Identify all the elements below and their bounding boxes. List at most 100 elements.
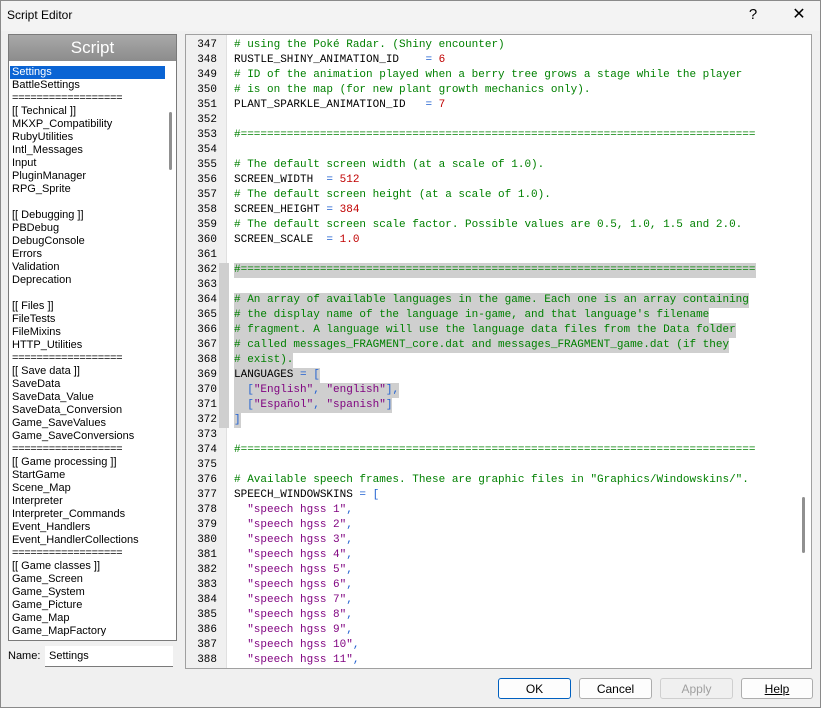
close-icon[interactable]: ✕ xyxy=(779,1,819,29)
code-line[interactable]: 369 LANGUAGES = [ xyxy=(186,368,786,383)
code-text[interactable]: # the display name of the language in-ga… xyxy=(234,308,710,323)
script-section-header[interactable]: [[ Game processing ]] xyxy=(10,456,165,469)
code-line[interactable]: 349 # ID of the animation played when a b… xyxy=(186,68,786,83)
script-list-item[interactable]: SaveData_Value xyxy=(10,391,165,404)
script-list-item[interactable]: Deprecation xyxy=(10,274,165,287)
code-editor[interactable]: 347 # using the Poké Radar. (Shiny encoun… xyxy=(185,34,812,669)
code-line[interactable]: 373 xyxy=(186,428,786,443)
list-separator[interactable]: ================== xyxy=(10,352,165,365)
code-text[interactable]: "speech hgss 6", xyxy=(234,578,353,593)
code-line[interactable]: 372] xyxy=(186,413,786,428)
script-list-item[interactable]: Scene_Map xyxy=(10,482,165,495)
script-list-item[interactable] xyxy=(10,287,165,300)
code-text[interactable]: # Available speech frames. These are gra… xyxy=(234,473,749,488)
script-list-item[interactable]: PluginManager xyxy=(10,170,165,183)
list-separator[interactable]: ================== xyxy=(10,547,165,560)
code-text[interactable]: SCREEN_WIDTH = 512 xyxy=(234,173,359,188)
code-line[interactable]: 367 # called messages_FRAGMENT_core.dat a… xyxy=(186,338,786,353)
code-line[interactable]: 383 "speech hgss 6", xyxy=(186,578,786,593)
script-list-item[interactable]: FileTests xyxy=(10,313,165,326)
code-text[interactable]: # The default screen scale factor. Possi… xyxy=(234,218,742,233)
code-text[interactable]: # called messages_FRAGMENT_core.dat and … xyxy=(234,338,730,353)
script-section-header[interactable]: [[ Technical ]] xyxy=(10,105,165,118)
code-line[interactable]: 348 RUSTLE_SHINY_ANIMATION_ID = 6 xyxy=(186,53,786,68)
code-line[interactable]: 359 # The default screen scale factor. Po… xyxy=(186,218,786,233)
code-text[interactable]: RUSTLE_SHINY_ANIMATION_ID = 6 xyxy=(234,53,445,68)
script-list-item[interactable]: Game_Picture xyxy=(10,599,165,612)
code-line[interactable]: 363 xyxy=(186,278,786,293)
script-list-item[interactable]: Input xyxy=(10,157,165,170)
code-line[interactable]: 370 ["English", "english"], xyxy=(186,383,786,398)
code-line[interactable]: 356 SCREEN_WIDTH = 512 xyxy=(186,173,786,188)
code-line[interactable]: 360 SCREEN_SCALE = 1.0 xyxy=(186,233,786,248)
code-text[interactable]: LANGUAGES = [ xyxy=(234,368,320,383)
apply-button[interactable]: Apply xyxy=(660,678,733,699)
code-line[interactable]: 354 xyxy=(186,143,786,158)
code-line[interactable]: 382 "speech hgss 5", xyxy=(186,563,786,578)
code-line[interactable]: 381 "speech hgss 4", xyxy=(186,548,786,563)
code-line[interactable]: 384 "speech hgss 7", xyxy=(186,593,786,608)
help-icon[interactable]: ? xyxy=(733,1,773,29)
script-list-item[interactable]: Interpreter xyxy=(10,495,165,508)
script-section-header[interactable]: [[ Save data ]] xyxy=(10,365,165,378)
name-field[interactable] xyxy=(45,646,173,667)
script-list-item[interactable]: Game_SaveConversions xyxy=(10,430,165,443)
code-line[interactable]: 375 xyxy=(186,458,786,473)
code-text[interactable]: # The default screen width (at a scale o… xyxy=(234,158,544,173)
script-list-item[interactable]: Interpreter_Commands xyxy=(10,508,165,521)
code-text[interactable]: ["English", "english"], xyxy=(234,383,400,398)
script-section-header[interactable]: [[ Debugging ]] xyxy=(10,209,165,222)
script-list-item[interactable]: Errors xyxy=(10,248,165,261)
code-line[interactable]: 378 "speech hgss 1", xyxy=(186,503,786,518)
script-list-item[interactable]: Game_Screen xyxy=(10,573,165,586)
code-line[interactable]: 386 "speech hgss 9", xyxy=(186,623,786,638)
code-line[interactable]: 352 xyxy=(186,113,786,128)
code-line[interactable]: 347 # using the Poké Radar. (Shiny encoun… xyxy=(186,38,786,53)
code-text[interactable]: SCREEN_HEIGHT = 384 xyxy=(234,203,359,218)
script-section-header[interactable]: [[ Game classes ]] xyxy=(10,560,165,573)
code-line[interactable]: 350 # is on the map (for new plant growth… xyxy=(186,83,786,98)
code-text[interactable]: "speech hgss 11", xyxy=(234,653,359,668)
script-list-item[interactable]: FileMixins xyxy=(10,326,165,339)
code-text[interactable]: "speech hgss 7", xyxy=(234,593,353,608)
code-text[interactable]: "speech hgss 1", xyxy=(234,503,353,518)
code-lines[interactable]: 347 # using the Poké Radar. (Shiny encoun… xyxy=(186,38,786,668)
code-line[interactable]: 365 # the display name of the language in… xyxy=(186,308,786,323)
code-text[interactable]: #=======================================… xyxy=(234,263,756,278)
code-line[interactable]: 357 # The default screen height (at a sca… xyxy=(186,188,786,203)
code-line[interactable]: 388 "speech hgss 11", xyxy=(186,653,786,668)
script-list-item[interactable]: StartGame xyxy=(10,469,165,482)
code-text[interactable]: "speech hgss 9", xyxy=(234,623,353,638)
ok-button[interactable]: OK xyxy=(498,678,571,699)
script-list-scrollbar[interactable] xyxy=(166,62,175,639)
script-list-item[interactable]: PBDebug xyxy=(10,222,165,235)
code-line[interactable]: 366 # fragment. A language will use the l… xyxy=(186,323,786,338)
script-list-item[interactable]: BattleSettings xyxy=(10,79,165,92)
list-separator[interactable]: ================== xyxy=(10,443,165,456)
script-list-item[interactable]: RubyUtilities xyxy=(10,131,165,144)
script-list-item[interactable]: Game_Map xyxy=(10,612,165,625)
code-line[interactable]: 355 # The default screen width (at a scal… xyxy=(186,158,786,173)
script-list-item[interactable]: Settings xyxy=(10,66,165,79)
code-text[interactable]: ["Español", "spanish"] xyxy=(234,398,393,413)
code-line[interactable]: 358 SCREEN_HEIGHT = 384 xyxy=(186,203,786,218)
code-line[interactable]: 377 SPEECH_WINDOWSKINS = [ xyxy=(186,488,786,503)
script-list-item[interactable]: MKXP_Compatibility xyxy=(10,118,165,131)
code-line[interactable]: 379 "speech hgss 2", xyxy=(186,518,786,533)
code-line[interactable]: 385 "speech hgss 8", xyxy=(186,608,786,623)
code-text[interactable]: "speech hgss 8", xyxy=(234,608,353,623)
code-line[interactable]: 371 ["Español", "spanish"] xyxy=(186,398,786,413)
code-text[interactable]: ] xyxy=(234,413,241,428)
script-list-item[interactable]: Game_SaveValues xyxy=(10,417,165,430)
script-list-item[interactable] xyxy=(10,196,165,209)
code-text[interactable]: # The default screen height (at a scale … xyxy=(234,188,551,203)
code-text[interactable]: SCREEN_SCALE = 1.0 xyxy=(234,233,359,248)
code-text[interactable]: PLANT_SPARKLE_ANIMATION_ID = 7 xyxy=(234,98,445,113)
code-text[interactable]: "speech hgss 4", xyxy=(234,548,353,563)
code-line[interactable]: 361 xyxy=(186,248,786,263)
scrollbar-thumb[interactable] xyxy=(169,112,172,170)
script-list-item[interactable]: DebugConsole xyxy=(10,235,165,248)
code-line[interactable]: 387 "speech hgss 10", xyxy=(186,638,786,653)
script-list[interactable]: Settings BattleSettings ==================… xyxy=(10,66,165,636)
code-line[interactable]: 376 # Available speech frames. These are … xyxy=(186,473,786,488)
